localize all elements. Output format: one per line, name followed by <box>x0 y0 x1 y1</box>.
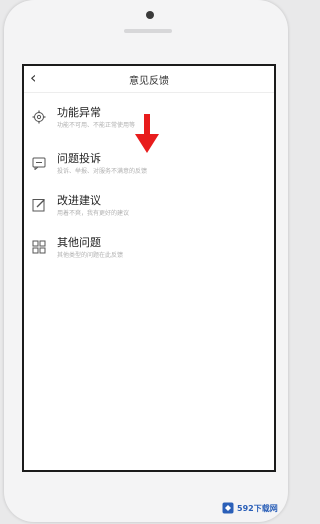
item-title: 问题投诉 <box>57 152 101 165</box>
page-title: 意见反馈 <box>129 76 169 87</box>
grid-icon <box>32 240 46 254</box>
gear-icon <box>32 110 46 124</box>
item-description: 功能不可用、不能正常使用等 <box>57 122 136 129</box>
earpiece-speaker <box>124 29 172 33</box>
item-description: 其他类型的问题在此反馈 <box>57 252 124 259</box>
item-title: 改进建议 <box>57 194 101 207</box>
watermark-text: 592下载网 <box>237 503 278 513</box>
item-description: 用着不爽，我有更好的建议 <box>57 210 130 217</box>
complaint-icon <box>32 157 46 170</box>
phone-frame: ‹ 意见反馈 功能异常 功能不可用、不能正常使用等 问题投诉 投诉、举报、对服务… <box>4 0 288 522</box>
item-title: 其他问题 <box>57 236 101 249</box>
app-screen: ‹ 意见反馈 功能异常 功能不可用、不能正常使用等 问题投诉 投诉、举报、对服务… <box>22 64 276 472</box>
list-item-suggestion[interactable]: 改进建议 用着不爽，我有更好的建议 <box>32 192 264 220</box>
item-title: 功能异常 <box>57 106 101 119</box>
front-camera <box>146 11 154 19</box>
edit-icon <box>32 199 45 212</box>
red-down-arrow-icon <box>135 114 159 153</box>
item-description: 投诉、举报、对服务不满意的反馈 <box>57 168 148 175</box>
watermark: 592下载网 <box>222 502 282 514</box>
watermark-logo-icon <box>222 502 234 514</box>
list-item-other[interactable]: 其他问题 其他类型的问题在此反馈 <box>32 234 264 262</box>
list-item-complaint[interactable]: 问题投诉 投诉、举报、对服务不满意的反馈 <box>32 150 264 178</box>
nav-bar: ‹ 意见反馈 <box>24 66 274 93</box>
